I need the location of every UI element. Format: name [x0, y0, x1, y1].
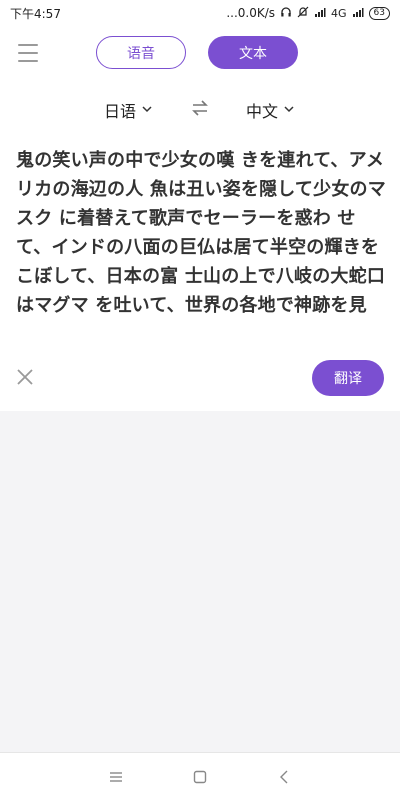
signal-icon — [314, 6, 326, 21]
translate-button[interactable]: 翻译 — [312, 360, 384, 396]
source-language-label: 日语 — [104, 102, 137, 121]
nav-home-icon[interactable] — [190, 767, 210, 787]
headphones-icon — [280, 6, 292, 21]
tab-voice[interactable]: 语音 — [96, 36, 186, 69]
mode-tabs: 语音 文本 — [96, 36, 298, 69]
network-type: 4G — [331, 6, 347, 20]
source-language-select[interactable]: 日语 — [104, 98, 152, 122]
battery-icon: 63 — [368, 6, 390, 20]
status-time: 下午4:57 — [10, 6, 61, 21]
tab-text[interactable]: 文本 — [208, 36, 298, 69]
translator-panel: 语音 文本 日语 中文 鬼の笑い声の中で少女の嘆 きを連れて、アメリカの海辺の人… — [0, 26, 400, 411]
close-icon[interactable] — [16, 368, 34, 386]
chevron-down-icon — [142, 105, 152, 116]
target-language-label: 中文 — [246, 102, 279, 121]
mute-bell-icon — [297, 6, 309, 21]
target-language-select[interactable]: 中文 — [246, 98, 294, 122]
source-text-input[interactable]: 鬼の笑い声の中で少女の嘆 きを連れて、アメリカの海辺の人 魚は丑い姿を隠して少女… — [16, 146, 386, 320]
system-nav-bar — [0, 752, 400, 801]
chevron-down-icon — [284, 105, 294, 116]
status-bar: 下午4:57 ...0.0K/s 4G 63 — [0, 0, 400, 26]
network-speed: ...0.0K/s — [226, 6, 276, 20]
nav-back-icon[interactable] — [274, 767, 294, 787]
signal-icon-2 — [352, 6, 364, 21]
swap-languages-icon[interactable] — [190, 98, 210, 118]
language-row: 日语 中文 — [0, 94, 400, 124]
nav-menu-icon[interactable] — [106, 767, 126, 787]
status-indicators: ...0.0K/s 4G 63 — [226, 6, 390, 21]
menu-icon[interactable] — [18, 44, 38, 62]
